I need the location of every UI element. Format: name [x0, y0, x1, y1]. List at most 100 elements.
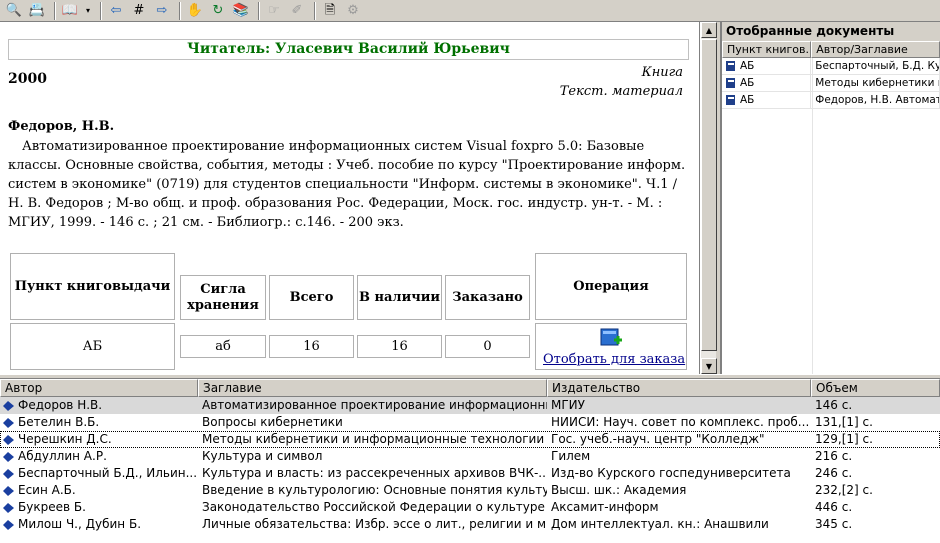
scroll-thumb[interactable] [701, 39, 717, 351]
selected-doc-author-title: Беспарточный, Б.Д. Культура [811, 58, 940, 74]
selected-docs-col-author[interactable]: Автор/Заглавие [811, 41, 940, 58]
select-for-order-link[interactable]: Отобрать для заказа [543, 352, 685, 367]
selected-docs-grid-line [812, 58, 813, 374]
refresh-icon[interactable]: ↻ [208, 2, 228, 20]
book-icon [726, 78, 735, 88]
diamond-icon [3, 401, 14, 411]
results-cell-volume: 131,[1] с. [815, 415, 873, 429]
results-cell-title: Автоматизированное проектирование информ… [202, 398, 547, 412]
results-cell-volume: 345 с. [815, 517, 853, 531]
diamond-icon [3, 435, 14, 445]
results-list: Автор Заглавие Издательство Объем Федоро… [0, 379, 940, 543]
selected-docs-col-point[interactable]: Пункт книгов... [722, 41, 812, 58]
results-cell-title: Введение в культурологию: Основные понят… [202, 483, 547, 497]
results-cell-title: Вопросы кибернетики [202, 415, 343, 429]
books-icon[interactable]: 📚 [231, 2, 251, 20]
results-cell-publisher: Гос. учеб.-науч. центр "Колледж" [551, 432, 765, 446]
results-row[interactable]: Беспарточный Б.Д., Ильин... Культура и в… [0, 465, 940, 482]
selected-doc-row[interactable]: АБ Федоров, Н.В. Автоматиз [722, 92, 940, 109]
results-cell-volume: 146 с. [815, 398, 853, 412]
find-in-record-icon[interactable]: 📇 [27, 2, 47, 20]
point-hand-icon[interactable]: ☞ [264, 2, 284, 20]
holdings-header-available: В наличии [357, 275, 442, 320]
selected-doc-row[interactable]: АБ Методы кибернетики и инф [722, 75, 940, 92]
chevron-down-icon[interactable]: ▾ [83, 2, 93, 20]
holdings-cell-total: 16 [269, 335, 354, 358]
binoculars-search-icon[interactable]: 🔍 [4, 2, 24, 20]
diamond-icon [3, 452, 14, 462]
holdings-cell-available: 16 [357, 335, 442, 358]
holdings-cell-sigla: аб [180, 335, 266, 358]
toolbar-separator [314, 1, 316, 20]
results-row[interactable]: Есин А.Б. Введение в культурологию: Осно… [0, 482, 940, 499]
results-cell-publisher: Высш. шк.: Академия [551, 483, 687, 497]
results-cell-author: Бетелин В.Б. [18, 415, 100, 429]
record-type-line1: Книга [641, 65, 683, 80]
results-cell-publisher: Гилем [551, 449, 591, 463]
selected-doc-author-title: Федоров, Н.В. Автоматиз [811, 92, 940, 108]
selected-docs-panel: Отобранные документы Пункт книгов... Авт… [720, 22, 940, 374]
arrow-right-icon[interactable]: ⇨ [152, 2, 172, 20]
diamond-icon [3, 520, 14, 530]
results-cell-title: Законодательство Российской Федерации о … [202, 500, 545, 514]
results-cell-author: Есин А.Б. [18, 483, 76, 497]
record-author: Федоров, Н.В. [8, 119, 115, 134]
record-year: 2000 [8, 71, 47, 87]
handshake-icon[interactable]: ✋ [185, 2, 205, 20]
results-cell-volume: 232,[2] с. [815, 483, 873, 497]
results-row[interactable]: Букреев Б. Законодательство Российской Ф… [0, 499, 940, 516]
book-icon [726, 95, 735, 105]
results-col-title[interactable]: Заглавие [198, 379, 547, 397]
reader-name: Читатель: Уласевич Василий Юрьевич [8, 39, 689, 60]
results-cell-publisher: Аксамит-информ [551, 500, 659, 514]
holdings-header-operation: Операция [535, 253, 687, 320]
toolbar: 🔍 📇 📖 ▾ ⇦ # ⇨ ✋ ↻ 📚 ☞ ✐ 🗎 ⚙ [0, 0, 940, 22]
results-row[interactable]: Федоров Н.В. Автоматизированное проектир… [0, 397, 940, 414]
results-cell-author: Беспарточный Б.Д., Ильин... [18, 466, 198, 480]
toolbar-separator [258, 1, 260, 20]
results-col-publisher[interactable]: Издательство [547, 379, 811, 397]
open-book-icon[interactable]: 📖 [60, 2, 80, 20]
record-type-line2: Текст. материал [559, 84, 683, 99]
holdings-cell-ordered: 0 [445, 335, 530, 358]
results-row[interactable]: Милош Ч., Дубин Б. Личные обязательства:… [0, 516, 940, 533]
scroll-up-icon[interactable]: ▲ [701, 22, 717, 38]
results-cell-volume: 446 с. [815, 500, 853, 514]
selected-doc-point: АБ [740, 60, 755, 72]
record-number-icon[interactable]: # [129, 2, 149, 20]
results-cell-volume: 216 с. [815, 449, 853, 463]
toolbar-separator [100, 1, 102, 20]
eraser-icon[interactable]: ✐ [287, 2, 307, 20]
results-cell-volume: 246 с. [815, 466, 853, 480]
selected-doc-point: АБ [740, 94, 755, 106]
diamond-icon [3, 503, 14, 513]
record-view: Читатель: Уласевич Василий Юрьевич 2000 … [0, 22, 700, 374]
selected-doc-row[interactable]: АБ Беспарточный, Б.Д. Культура [722, 58, 940, 75]
record-scrollbar[interactable]: ▲ ▼ [700, 22, 717, 374]
scroll-down-icon[interactable]: ▼ [701, 358, 717, 374]
results-row[interactable]: Бетелин В.Б. Вопросы кибернетики НИИСИ: … [0, 414, 940, 431]
selected-doc-point: АБ [740, 77, 755, 89]
holdings-header-point: Пункт книговыдачи [10, 253, 175, 320]
results-col-author[interactable]: Автор [0, 379, 198, 397]
results-cell-title: Личные обязательства: Избр. эссе о лит.,… [202, 517, 547, 531]
results-cell-title: Культура и власть: из рассекреченных арх… [202, 466, 547, 480]
order-book-icon[interactable] [599, 328, 623, 350]
results-cell-author: Черешкин Д.С. [18, 432, 112, 446]
arrow-left-icon[interactable]: ⇦ [106, 2, 126, 20]
toolbar-separator [179, 1, 181, 20]
results-cell-publisher: Изд-во Курского госпедуниверситета [551, 466, 791, 480]
holdings-header-ordered: Заказано [445, 275, 530, 320]
selected-doc-author-title: Методы кибернетики и инф [811, 75, 940, 91]
document-icon[interactable]: 🗎 [320, 2, 340, 20]
results-cell-author: Абдуллин А.Р. [18, 449, 107, 463]
results-cell-publisher: МГИУ [551, 398, 585, 412]
results-cell-title: Методы кибернетики и информационные техн… [202, 432, 545, 446]
settings-icon[interactable]: ⚙ [343, 2, 363, 20]
results-cell-volume: 129,[1] с. [815, 432, 873, 446]
results-col-volume[interactable]: Объем [811, 379, 940, 397]
toolbar-separator [54, 1, 56, 20]
diamond-icon [3, 469, 14, 479]
results-row[interactable]: Абдуллин А.Р. Культура и символ Гилем 21… [0, 448, 940, 465]
results-row[interactable]: Черешкин Д.С. Методы кибернетики и инфор… [0, 431, 940, 448]
